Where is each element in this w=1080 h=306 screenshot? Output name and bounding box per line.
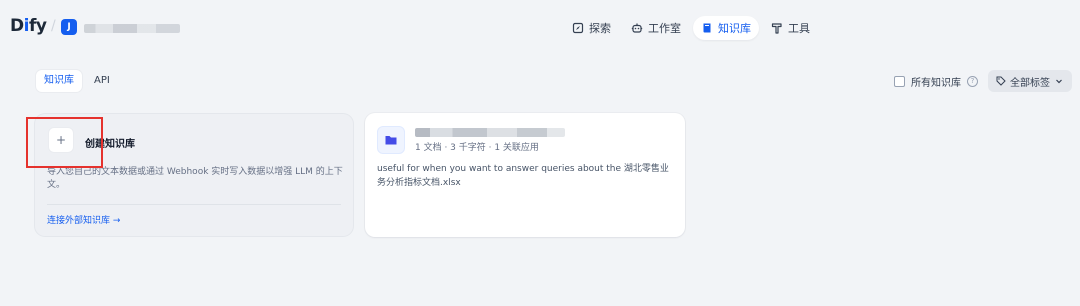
nav-studio-label: 工作室 [648,22,681,35]
explore-icon [572,22,584,34]
dataset-name-redacted[interactable] [415,128,565,137]
knowledge-tabs: 知识库 API [36,70,118,92]
nav-studio[interactable]: 工作室 [623,16,689,40]
book-icon [703,23,711,33]
nav-explore-label: 探索 [589,22,611,35]
create-knowledge-description: 导入您自己的文本数据或通过 Webhook 实时写入数据以增强 LLM 的上下文… [47,167,343,190]
tag-icon [996,76,1006,86]
tag-filter-select[interactable]: 全部标签 [988,70,1072,92]
tab-api[interactable]: API [86,70,118,92]
chevron-down-icon [1056,79,1062,84]
dify-logo[interactable]: Dify [10,16,47,36]
help-icon[interactable]: ? [967,75,978,87]
dataset-icon [377,126,405,154]
nav-tools-label: 工具 [788,22,810,35]
workspace-name-redacted[interactable] [84,24,180,33]
all-knowledge-label: 所有知识库 [911,77,961,89]
breadcrumb-separator: / [51,18,56,34]
dataset-description: useful for when you want to answer queri… [377,164,669,188]
hammer-icon [771,23,782,34]
tab-knowledge[interactable]: 知识库 [36,70,82,92]
tag-filter-label: 全部标签 [1010,77,1050,89]
dataset-meta: 1 文档 · 3 千字符 · 1 关联应用 [415,143,539,153]
divider [47,204,341,205]
nav-knowledge-label: 知识库 [718,22,751,35]
top-header: Dify / J 探索 工作室 知识库 工具 [0,0,1080,56]
all-knowledge-toggle[interactable]: 所有知识库 ? [894,74,978,89]
nav-knowledge[interactable]: 知识库 [693,16,759,40]
all-knowledge-checkbox[interactable] [894,75,905,87]
annotation-highlight-box [26,117,103,168]
dataset-card[interactable]: 1 文档 · 3 千字符 · 1 关联应用 useful for when yo… [365,113,685,237]
nav-explore[interactable]: 探索 [564,16,619,40]
folder-icon [385,136,397,145]
connect-external-knowledge-link[interactable]: 连接外部知识库 → [47,213,120,226]
nav-tools[interactable]: 工具 [763,16,818,40]
robot-icon [631,23,643,33]
filter-bar: 所有知识库 ? 全部标签 [894,70,1072,92]
main-nav: 探索 工作室 知识库 工具 [564,16,818,40]
workspace-avatar[interactable]: J [61,19,77,35]
